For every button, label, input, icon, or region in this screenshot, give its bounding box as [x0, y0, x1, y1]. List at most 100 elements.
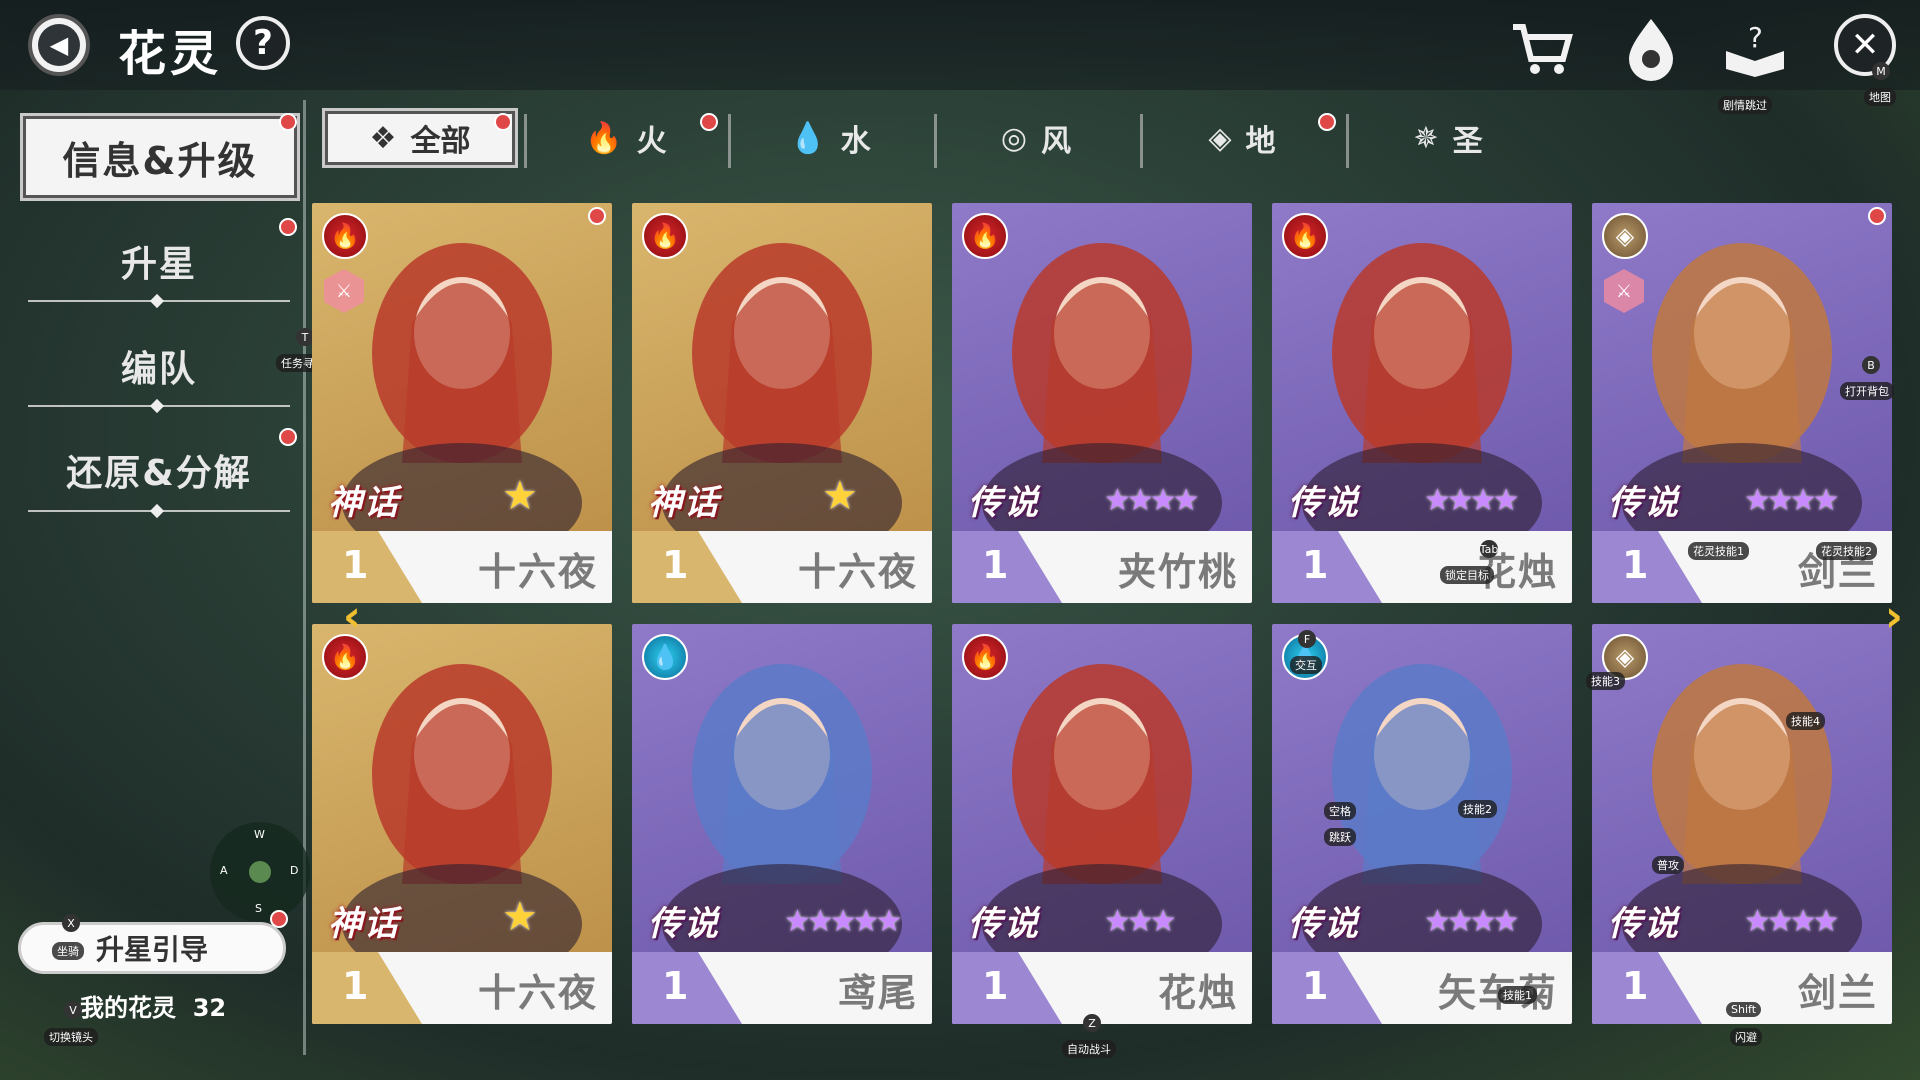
card-namebar: 1 十六夜: [632, 531, 932, 603]
tab-separator: [728, 114, 731, 168]
jump-hint: 跳跃: [1324, 828, 1356, 846]
next-page-arrow[interactable]: ›: [1876, 591, 1912, 642]
tab-wind[interactable]: ◎ 风: [938, 108, 1134, 168]
card-level: 1: [342, 964, 369, 1008]
skill1-hint: 花灵技能1: [1688, 542, 1749, 560]
character-card[interactable]: 🔥 传说 ★★★★ 1 花烛: [1272, 203, 1572, 603]
notification-dot: [279, 218, 297, 236]
card-level: 1: [1302, 964, 1329, 1008]
tab-holy[interactable]: ✵ 圣: [1350, 108, 1546, 168]
auto-key-badge: Z: [1083, 1014, 1101, 1032]
card-level: 1: [1622, 964, 1649, 1008]
lock-target-hint: 锁定目标: [1440, 566, 1494, 584]
rarity-label: 传说: [648, 904, 720, 944]
dodge-hint: 闪避: [1730, 1028, 1762, 1046]
rarity-label: 传说: [1608, 904, 1680, 944]
camera-hint: 切换镜头: [44, 1028, 98, 1046]
back-button[interactable]: ◀: [28, 14, 90, 76]
my-flower-count: 我的花灵 32: [80, 988, 226, 1023]
star-rating: ★: [502, 894, 538, 940]
character-card[interactable]: 🔥 传说 ★★★ 1 花烛: [952, 624, 1252, 1024]
character-card[interactable]: 🔥 神话 ★ 1 十六夜: [632, 203, 932, 603]
fire-element-icon: 🔥: [962, 634, 1008, 680]
card-name: 十六夜: [797, 550, 918, 594]
joystick-knob: [249, 861, 271, 883]
guide-key-badge: X: [62, 914, 80, 932]
tab-separator: [934, 114, 937, 168]
star-rating: ★★★★: [1424, 483, 1520, 518]
help-button[interactable]: ?: [236, 16, 290, 70]
rarity-label: 神话: [328, 483, 400, 523]
sidebar-separator: [28, 300, 290, 302]
star-rating: ★★★★: [1424, 904, 1520, 939]
joystick-d: D: [290, 864, 299, 877]
auto-battle-hint: 自动战斗: [1062, 1040, 1116, 1058]
tab-separator: [524, 114, 527, 168]
notification-dot: [588, 207, 606, 225]
flower-drop-icon-svg: [1629, 19, 1673, 81]
card-namebar: 1 鸢尾: [632, 952, 932, 1024]
tab-all[interactable]: ❖ 全部: [322, 108, 518, 168]
star-rating: ★★★★: [1104, 483, 1200, 518]
open-bag-hint: 打开背包: [1840, 382, 1894, 400]
tab-water[interactable]: 💧 水: [732, 108, 928, 168]
card-name: 十六夜: [477, 550, 598, 594]
character-card[interactable]: 🔥 神话 ★ 1 十六夜: [312, 624, 612, 1024]
tab-fire[interactable]: 🔥 火: [528, 108, 724, 168]
skill2-hint: 花灵技能2: [1816, 542, 1877, 560]
sidebar-tab-info-upgrade[interactable]: 信息&升级: [20, 113, 300, 201]
movement-joystick[interactable]: W A D S: [210, 822, 310, 922]
sidebar-separator: [28, 510, 290, 512]
tab-key-badge: Tab: [1480, 540, 1498, 558]
shop-cart-icon-svg: [1513, 24, 1573, 74]
water-element-icon: 💧: [642, 634, 688, 680]
card-name: 鸢尾: [837, 971, 918, 1015]
rarity-label: 传说: [968, 904, 1040, 944]
rarity-label: 传说: [1288, 904, 1360, 944]
sidebar-tab-team[interactable]: 编队: [28, 326, 290, 406]
card-name: 剑兰: [1797, 971, 1878, 1015]
fire-element-icon: 🔥: [1282, 213, 1328, 259]
card-level: 1: [982, 543, 1009, 587]
map-hint: 地图: [1864, 88, 1896, 106]
card-name: 夹竹桃: [1117, 550, 1238, 594]
sidebar-tab-star-up[interactable]: 升星: [28, 221, 290, 301]
character-card[interactable]: ◈ 传说 ★★★★ 1 剑兰: [1592, 624, 1892, 1024]
rarity-label: 传说: [968, 483, 1040, 523]
prev-page-arrow[interactable]: ‹: [334, 591, 370, 642]
star-rating: ★: [822, 473, 858, 519]
fire-element-icon: 🔥: [642, 213, 688, 259]
interact-hint: 交互: [1290, 656, 1322, 674]
card-level: 1: [662, 543, 689, 587]
earth-element-icon: ◈: [1602, 213, 1648, 259]
skill-4-hint: 技能4: [1786, 712, 1825, 730]
card-namebar: 1 夹竹桃: [952, 531, 1252, 603]
tab-water-label: 水: [840, 124, 871, 159]
fire-element-icon: 🔥: [322, 213, 368, 259]
skill-2-hint: 技能2: [1458, 800, 1497, 818]
camera-key-badge: V: [64, 1001, 82, 1019]
card-namebar: 1 花烛: [1272, 531, 1572, 603]
bag-key-badge: B: [1862, 356, 1880, 374]
map-key-badge: M: [1872, 62, 1890, 80]
card-level: 1: [1302, 543, 1329, 587]
mount-hint: 坐骑: [52, 942, 84, 960]
character-card[interactable]: 💧传说★★★★1矢车菊: [1272, 624, 1572, 1024]
shop-cart-icon[interactable]: [1506, 14, 1576, 84]
character-card[interactable]: 🔥 ⚔ 神话 ★ 1 十六夜: [312, 203, 612, 603]
fire-icon: 🔥: [585, 120, 623, 156]
story-skip-icon[interactable]: ?: [1720, 14, 1790, 84]
joystick-a: A: [220, 864, 228, 877]
joystick-s: S: [255, 902, 262, 915]
tab-fire-label: 火: [636, 124, 667, 159]
all-icon: ❖: [369, 120, 397, 156]
star-rating: ★★★★: [1744, 483, 1840, 518]
tab-earth[interactable]: ◈ 地: [1144, 108, 1340, 168]
tab-holy-label: 圣: [1452, 124, 1483, 159]
character-card[interactable]: 🔥 传说 ★★★★ 1 夹竹桃: [952, 203, 1252, 603]
flower-drop-icon[interactable]: [1616, 14, 1686, 84]
tab-earth-label: 地: [1245, 124, 1276, 159]
card-level: 1: [662, 964, 689, 1008]
character-card[interactable]: 💧 传说 ★★★★★ 1 鸢尾: [632, 624, 932, 1024]
sidebar-tab-restore-decompose[interactable]: 还原&分解: [28, 430, 290, 510]
